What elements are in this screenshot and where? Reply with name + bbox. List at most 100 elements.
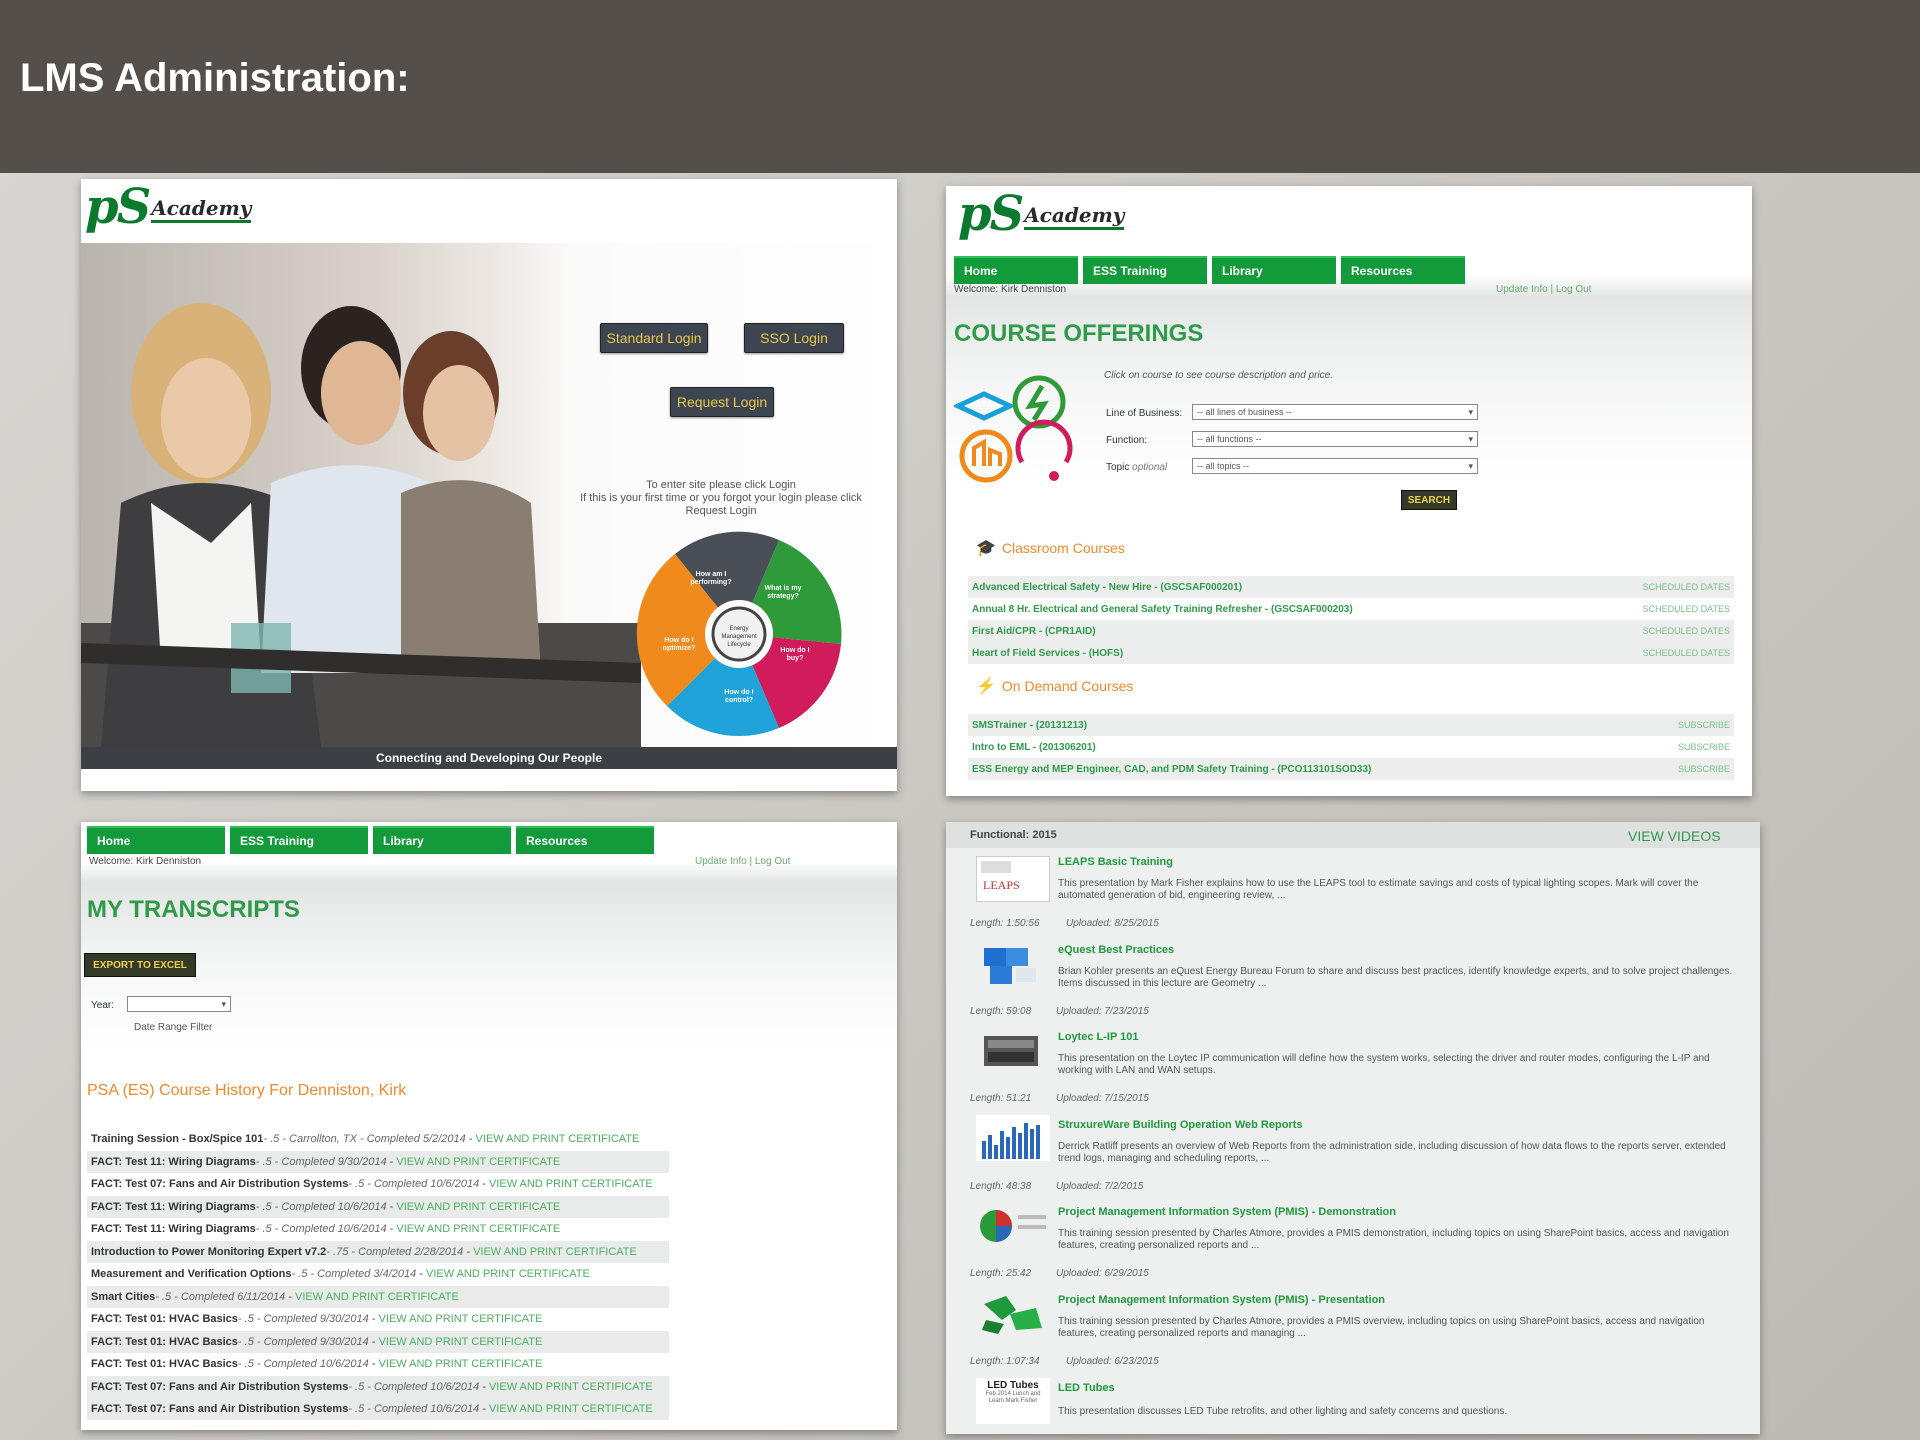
transcript-row: Smart Cities - .5 - Completed 6/11/2014 … [87, 1285, 669, 1308]
svg-text:control?: control? [725, 697, 753, 704]
video-title[interactable]: eQuest Best Practices [1058, 944, 1174, 956]
videos-panel: Functional: 2015 VIEW VIDEOS LEAPS LEAPS… [946, 822, 1760, 1434]
certificate-link[interactable]: VIEW AND PRINT CERTIFICATE [379, 1358, 543, 1370]
chart-thumbnail[interactable] [976, 1115, 1050, 1161]
tab-home[interactable]: Home [87, 826, 225, 854]
leaps-thumbnail[interactable]: LEAPS [976, 856, 1050, 902]
lifecycle-wheel: Energy Management Lifecycle How am I per… [636, 531, 842, 737]
account-links[interactable]: Update Info | Log Out [695, 856, 790, 867]
video-uploaded: Uploaded: 6/29/2015 [1056, 1268, 1149, 1279]
video-length: Length: 59:08 [970, 1006, 1032, 1017]
video-uploaded: Uploaded: 7/15/2015 [1056, 1093, 1149, 1104]
wheel-q2: What is my [765, 585, 802, 592]
video-title[interactable]: StruxureWare Building Operation Web Repo… [1058, 1119, 1302, 1131]
view-videos-link[interactable]: VIEW VIDEOS [1628, 828, 1721, 844]
login-footer: Connecting and Developing Our People [81, 747, 897, 769]
search-button[interactable]: SEARCH [1401, 490, 1457, 510]
line-of-business-select[interactable]: -- all lines of business -- ▾ [1192, 404, 1478, 420]
tab-resources[interactable]: Resources [1341, 256, 1465, 284]
video-uploaded: Uploaded: 8/25/2015 [1066, 918, 1159, 929]
svg-text:Lifecycle: Lifecycle [727, 642, 751, 648]
account-links[interactable]: Update Info | Log Out [1496, 284, 1591, 295]
video-title[interactable]: Loytec L-IP 101 [1058, 1031, 1139, 1043]
transcript-row: FACT: Test 01: HVAC Basics - .5 - Comple… [91, 1358, 543, 1370]
led-thumbnail[interactable]: LED Tubes Feb 2014 Lunch and Learn Mark … [976, 1378, 1050, 1424]
welcome-text: Welcome: Kirk Denniston [954, 284, 1067, 295]
classroom-courses-heading: 🎓 Classroom Courses [976, 540, 1125, 557]
lightning-icon [1012, 375, 1066, 429]
topic-select[interactable]: -- all topics -- ▾ [1192, 458, 1478, 474]
on-demand-courses-heading: ⚡ On Demand Courses [976, 678, 1134, 695]
video-title[interactable]: LEAPS Basic Training [1058, 856, 1173, 868]
headset-icon [1015, 419, 1073, 464]
certificate-link[interactable]: VIEW AND PRINT CERTIFICATE [473, 1246, 637, 1258]
request-login-button[interactable]: Request Login [670, 387, 774, 417]
tab-library[interactable]: Library [1212, 256, 1336, 284]
device-thumbnail[interactable] [976, 1028, 1050, 1074]
graduation-cap-icon: 🎓 [976, 540, 996, 557]
pie-thumbnail[interactable] [976, 1203, 1050, 1249]
tab-library[interactable]: Library [373, 826, 511, 854]
course-history-heading: PSA (ES) Course History For Denniston, K… [87, 1082, 407, 1099]
certificate-link[interactable]: VIEW AND PRINT CERTIFICATE [379, 1336, 543, 1348]
certificate-link[interactable]: VIEW AND PRINT CERTIFICATE [489, 1403, 653, 1415]
transcript-row: FACT: Test 11: Wiring Diagrams - .5 - Co… [87, 1195, 669, 1218]
tab-home[interactable]: Home [954, 256, 1078, 284]
transcripts-panel: Home ESS Training Library Resources Welc… [81, 822, 897, 1430]
tab-ess-training[interactable]: ESS Training [230, 826, 368, 854]
course-row[interactable]: Heart of Field Services - (HOFS) SCHEDULE… [968, 642, 1734, 664]
certificate-link[interactable]: VIEW AND PRINT CERTIFICATE [379, 1313, 543, 1325]
course-row[interactable]: Advanced Electrical Safety - New Hire - … [968, 576, 1734, 598]
video-title[interactable]: Project Management Information System (P… [1058, 1206, 1396, 1218]
transcript-row: FACT: Test 11: Wiring Diagrams - .5 - Co… [87, 1150, 669, 1173]
certificate-link[interactable]: VIEW AND PRINT CERTIFICATE [489, 1381, 653, 1393]
certificate-link[interactable]: VIEW AND PRINT CERTIFICATE [396, 1223, 560, 1235]
academy-logo: pS Academy [958, 186, 1125, 242]
video-title[interactable]: Project Management Information System (P… [1058, 1294, 1385, 1306]
sso-login-button[interactable]: SSO Login [744, 323, 844, 353]
puzzle-thumbnail[interactable] [976, 942, 1050, 988]
transcript-row: FACT: Test 07: Fans and Air Distribution… [91, 1178, 653, 1190]
lightning-icon: ⚡ [976, 678, 996, 695]
certificate-link[interactable]: VIEW AND PRINT CERTIFICATE [295, 1291, 459, 1303]
certificate-link[interactable]: VIEW AND PRINT CERTIFICATE [476, 1133, 640, 1145]
course-row[interactable]: SMSTrainer - (20131213) SUBSCRIBE [968, 714, 1734, 736]
main-nav: Home ESS Training Library Resources [87, 826, 654, 854]
course-row[interactable]: Intro to EML - (201306201) SUBSCRIBE [968, 736, 1734, 758]
svg-text:buy?: buy? [787, 655, 804, 662]
video-description: This presentation discusses LED Tube ret… [1058, 1406, 1508, 1417]
svg-text:strategy?: strategy? [767, 593, 799, 600]
date-range-filter-label: Date Range Filter [134, 1022, 213, 1033]
on-demand-course-list: SMSTrainer - (20131213) SUBSCRIBE Intro t… [968, 714, 1734, 796]
video-description: This presentation on the Loytec IP commu… [1058, 1053, 1710, 1076]
login-panel: pS Academy Standard Login SSO Login Reque… [81, 179, 897, 791]
certificate-link[interactable]: VIEW AND PRINT CERTIFICATE [426, 1268, 590, 1280]
video-length: Length: 25:42 [970, 1268, 1032, 1279]
tab-resources[interactable]: Resources [516, 826, 654, 854]
chevron-down-icon: ▾ [1468, 460, 1473, 471]
wheel-center-label: Energy [729, 626, 748, 632]
certificate-link[interactable]: VIEW AND PRINT CERTIFICATE [489, 1178, 653, 1190]
course-row[interactable]: Annual 8 Hr. Electrical and General Safe… [968, 598, 1734, 620]
svg-text:Management: Management [721, 634, 756, 640]
svg-text:performing?: performing? [690, 579, 731, 586]
course-row[interactable]: ESS Energy and MEP Engineer, CAD, and PD… [968, 758, 1734, 780]
certificate-link[interactable]: VIEW AND PRINT CERTIFICATE [396, 1201, 560, 1213]
chevron-down-icon: ▾ [221, 998, 226, 1009]
certificate-link[interactable]: VIEW AND PRINT CERTIFICATE [396, 1156, 560, 1168]
academy-logo: pS Academy [85, 179, 252, 235]
year-select[interactable]: ▾ [127, 996, 231, 1012]
course-row[interactable]: First Aid/CPR - (CPR1AID) SCHEDULED DATES [968, 620, 1734, 642]
videos-header: Functional: 2015 VIEW VIDEOS [946, 822, 1760, 848]
line-of-business-label: Line of Business: [1106, 408, 1183, 419]
arrows-thumbnail[interactable] [976, 1290, 1050, 1336]
transcript-list: Training Session - Box/Spice 101 - .5 - … [87, 1128, 669, 1420]
video-title[interactable]: LED Tubes [1058, 1382, 1115, 1394]
tab-ess-training[interactable]: ESS Training [1083, 256, 1207, 284]
topic-label: Topic optional [1106, 462, 1168, 473]
chevron-down-icon: ▾ [1468, 406, 1473, 417]
export-to-excel-button[interactable]: EXPORT TO EXCEL [84, 953, 196, 977]
page-title: MY TRANSCRIPTS [87, 896, 300, 923]
function-select[interactable]: -- all functions -- ▾ [1192, 431, 1478, 447]
standard-login-button[interactable]: Standard Login [600, 323, 708, 353]
